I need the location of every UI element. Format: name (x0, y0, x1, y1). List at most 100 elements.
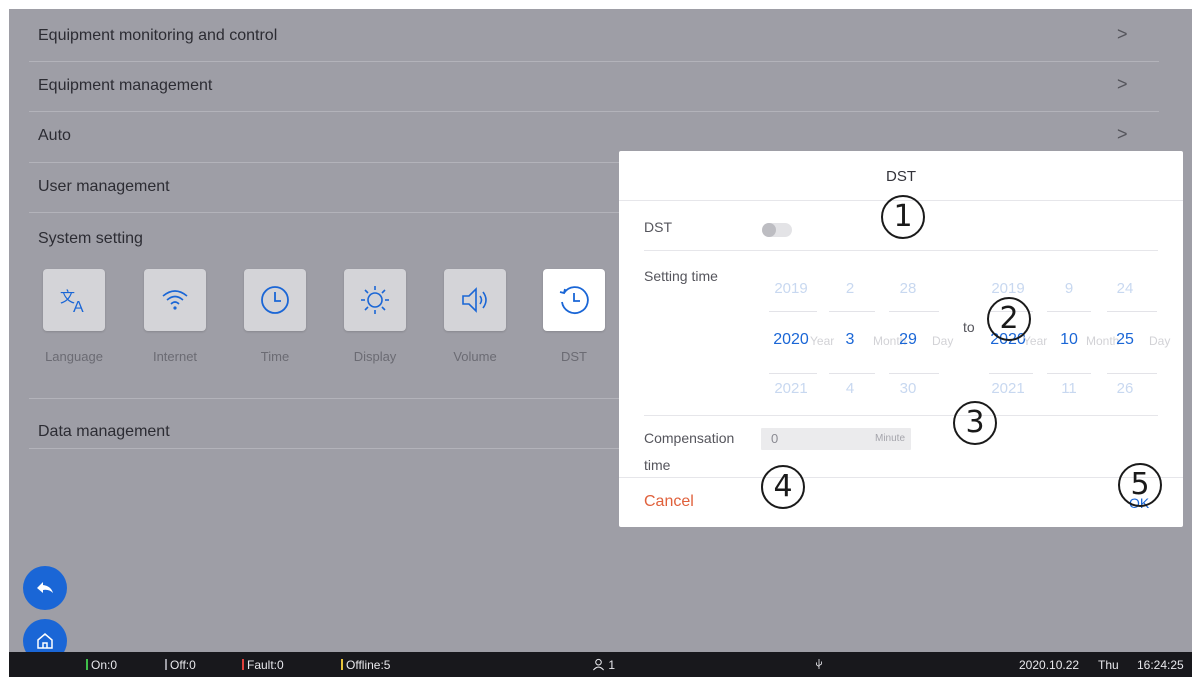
compensation-label: Compensation (644, 430, 735, 446)
tile-label-display: Display (353, 349, 397, 364)
user-count: 1 (608, 658, 616, 672)
brightness-icon (361, 286, 389, 314)
tile-label-language: Language (45, 349, 103, 364)
status-date: 2020.10.22 (1019, 658, 1080, 672)
selection-line (769, 311, 817, 312)
tile-label-volume: Volume (453, 349, 497, 364)
selection-line (1107, 311, 1157, 312)
chevron-right-icon: > (1117, 24, 1128, 44)
menu-equipment-management[interactable]: Equipment management > (9, 61, 1159, 111)
compensation-label-line2: time (644, 457, 671, 473)
status-fault-text: Fault:0 (247, 658, 284, 672)
setting-time-label: Setting time (644, 268, 718, 284)
divider (644, 250, 1158, 251)
picker-end-month-prev[interactable]: 9 (1039, 280, 1099, 297)
user-icon (593, 658, 604, 671)
compensation-time-input[interactable]: 0 Minute (761, 428, 911, 450)
back-button[interactable] (23, 566, 67, 610)
back-arrow-icon (37, 582, 53, 593)
status-off-text: Off:0 (170, 658, 196, 672)
display-tile[interactable] (344, 269, 406, 331)
language-tile[interactable]: 文 A (43, 269, 105, 331)
selection-line (1047, 373, 1091, 374)
divider (644, 415, 1158, 416)
selection-line (889, 311, 939, 312)
selection-line (989, 373, 1033, 374)
picker-end-day-prev[interactable]: 24 (1095, 280, 1155, 297)
selection-line (829, 311, 875, 312)
picker-end-day-next[interactable]: 26 (1095, 380, 1155, 397)
selection-line (1047, 311, 1091, 312)
selection-line (1107, 373, 1157, 374)
picker-start-day[interactable]: 29 (878, 331, 938, 349)
selection-line (889, 373, 939, 374)
annotation-4: 4 (761, 465, 805, 509)
status-offline-text: Offline:5 (346, 658, 391, 672)
clock-icon (261, 286, 289, 314)
toggle-knob (762, 223, 776, 237)
dst-label: DST (644, 219, 672, 235)
unit-day: Day (932, 334, 954, 348)
volume-tile[interactable] (444, 269, 506, 331)
status-on-text: On:0 (91, 658, 118, 672)
dst-tile[interactable] (543, 269, 605, 331)
menu-label: Equipment monitoring and control (38, 27, 278, 44)
status-bar: On:0 Off:0 Fault:0 Offline:5 1 2020.10.2… (9, 652, 1192, 677)
tile-label-internet: Internet (152, 349, 198, 364)
chevron-right-icon: > (1117, 124, 1128, 144)
compensation-unit: Minute (874, 433, 905, 444)
picker-start-year-prev[interactable]: 2019 (761, 280, 821, 297)
status-offline: Offline:5 (341, 658, 390, 672)
home-icon (37, 633, 53, 649)
status-users[interactable]: 1 (592, 658, 615, 672)
status-time: 16:24:25 (1137, 658, 1184, 672)
annotation-2: 2 (987, 297, 1031, 341)
picker-start-month-prev[interactable]: 2 (820, 280, 880, 297)
compensation-value: 0 (771, 431, 779, 446)
annotation-5: 5 (1118, 463, 1162, 507)
menu-equipment-monitoring[interactable]: Equipment monitoring and control > (9, 11, 1159, 61)
menu-label: Equipment management (38, 77, 213, 94)
menu-label: Auto (38, 127, 71, 144)
picker-start-day-prev[interactable]: 28 (878, 280, 938, 297)
picker-end-year-next[interactable]: 2021 (978, 380, 1038, 397)
volume-icon (462, 287, 487, 313)
menu-label: Data management (38, 423, 170, 440)
status-weekday: Thu (1098, 658, 1119, 672)
usb-icon (814, 658, 824, 673)
status-on-indicator (86, 659, 88, 670)
time-tile[interactable] (244, 269, 306, 331)
language-icon: 文 A (60, 288, 84, 316)
picker-end-day[interactable]: 25 (1095, 331, 1155, 349)
menu-label: User management (38, 178, 170, 195)
picker-start-month-next[interactable]: 4 (820, 380, 880, 397)
status-offline-indicator (341, 659, 343, 670)
app-background: Equipment monitoring and control > Equip… (9, 9, 1192, 677)
to-label: to (963, 319, 975, 335)
unit-day: Day (1149, 334, 1171, 348)
status-on: On:0 (86, 658, 117, 672)
svg-text:A: A (73, 299, 84, 316)
internet-tile[interactable] (144, 269, 206, 331)
picker-start-day-next[interactable]: 30 (878, 380, 938, 397)
menu-label: System setting (38, 230, 143, 247)
divider (619, 477, 1183, 478)
status-off-indicator (165, 659, 167, 670)
chevron-right-icon: > (1117, 74, 1128, 94)
status-fault: Fault:0 (242, 658, 284, 672)
dialog-title: DST (886, 168, 916, 185)
picker-start-year-next[interactable]: 2021 (761, 380, 821, 397)
selection-line (829, 373, 875, 374)
wifi-icon (162, 290, 188, 310)
status-off: Off:0 (165, 658, 196, 672)
tile-label-time: Time (260, 349, 290, 364)
cancel-button[interactable]: Cancel (644, 493, 694, 511)
dst-icon (559, 286, 589, 314)
picker-start-month[interactable]: 3 (820, 331, 880, 349)
dst-toggle[interactable] (762, 223, 792, 237)
status-fault-indicator (242, 659, 244, 670)
annotation-1: 1 (881, 195, 925, 239)
picker-end-month-next[interactable]: 11 (1039, 380, 1099, 397)
picker-end-year-prev[interactable]: 2019 (978, 280, 1038, 297)
annotation-3: 3 (953, 401, 997, 445)
